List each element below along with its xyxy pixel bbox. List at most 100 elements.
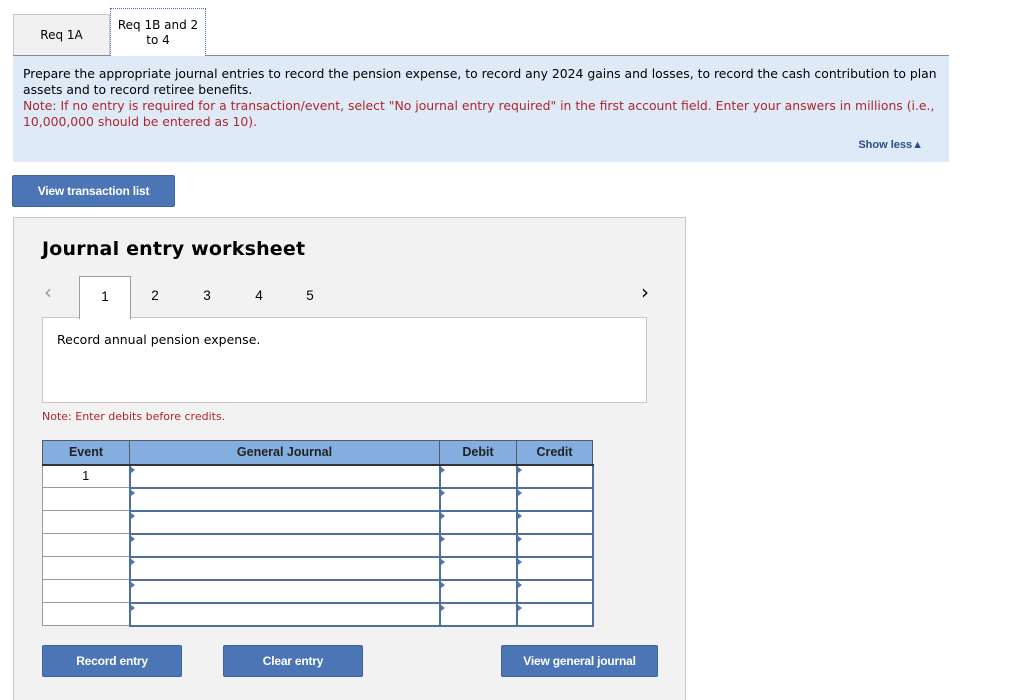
header-debit: Debit <box>439 440 517 466</box>
dropdown-flag-icon <box>130 489 135 496</box>
credit-cell <box>515 463 594 489</box>
debit-cell <box>438 578 518 604</box>
worksheet-title: Journal entry worksheet <box>42 238 306 260</box>
account-input[interactable] <box>130 534 439 556</box>
account-input[interactable] <box>130 603 439 625</box>
dropdown-flag-icon <box>440 512 445 519</box>
header-credit: Credit <box>516 440 593 466</box>
credit-input[interactable] <box>517 603 592 625</box>
debit-input[interactable] <box>440 580 516 602</box>
event-cell <box>42 579 130 603</box>
table-row <box>42 509 594 535</box>
clear-entry-button[interactable]: Clear entry <box>223 645 363 677</box>
dropdown-flag-icon <box>517 512 522 519</box>
debit-input[interactable] <box>440 488 516 510</box>
credit-input[interactable] <box>517 465 592 487</box>
dropdown-flag-icon <box>130 604 135 611</box>
account-input[interactable] <box>130 511 439 533</box>
credit-input[interactable] <box>517 557 592 579</box>
credit-input[interactable] <box>517 580 592 602</box>
account-cell <box>128 532 441 558</box>
debit-cell <box>438 555 518 581</box>
credit-cell <box>515 486 594 512</box>
debit-input[interactable] <box>440 465 516 487</box>
dropdown-flag-icon <box>130 535 135 542</box>
step-tab-1[interactable]: 1 <box>79 276 131 319</box>
dropdown-flag-icon <box>517 489 522 496</box>
credit-cell <box>515 601 594 627</box>
account-input[interactable] <box>130 557 439 579</box>
debit-cell <box>438 509 518 535</box>
entry-description: Record annual pension expense. <box>57 332 261 347</box>
debit-input[interactable] <box>440 557 516 579</box>
step-tab-5[interactable]: 5 <box>284 276 336 318</box>
header-general-journal: General Journal <box>129 440 440 466</box>
dropdown-flag-icon <box>517 466 522 473</box>
tab-label-line2: to 4 <box>146 32 170 47</box>
debit-cell <box>438 463 518 489</box>
dropdown-flag-icon <box>517 581 522 588</box>
record-entry-button[interactable]: Record entry <box>42 645 182 677</box>
step-tab-2[interactable]: 2 <box>129 276 181 318</box>
account-cell <box>128 463 441 489</box>
event-cell <box>42 602 130 626</box>
entry-description-box: Record annual pension expense. <box>42 317 647 403</box>
account-input[interactable] <box>130 465 439 487</box>
chevron-right-icon[interactable]: › <box>641 280 649 304</box>
debit-cell <box>438 532 518 558</box>
dropdown-flag-icon <box>440 535 445 542</box>
dropdown-flag-icon <box>517 558 522 565</box>
credit-cell <box>515 555 594 581</box>
debit-input[interactable] <box>440 603 516 625</box>
dropdown-flag-icon <box>517 604 522 611</box>
account-cell <box>128 578 441 604</box>
dropdown-flag-icon <box>440 604 445 611</box>
journal-entry-worksheet: Journal entry worksheet ‹ 1 2 3 4 5 › Re… <box>13 217 686 700</box>
event-cell <box>42 556 130 580</box>
debit-cell <box>438 486 518 512</box>
dropdown-flag-icon <box>440 581 445 588</box>
dropdown-flag-icon <box>130 558 135 565</box>
event-cell <box>42 533 130 557</box>
account-cell <box>128 555 441 581</box>
requirement-tabs: Req 1A Req 1B and 2 to 4 <box>13 7 949 56</box>
event-cell <box>42 510 130 534</box>
account-cell <box>128 601 441 627</box>
dropdown-flag-icon <box>517 535 522 542</box>
account-input[interactable] <box>130 488 439 510</box>
table-row <box>42 555 594 581</box>
tab-label: Req 1B and 2 to 4 <box>118 18 198 48</box>
debit-input[interactable] <box>440 511 516 533</box>
account-cell <box>128 486 441 512</box>
show-less-link[interactable]: Show less▲ <box>858 137 923 153</box>
dropdown-flag-icon <box>130 581 135 588</box>
show-less-label: Show less <box>858 139 913 151</box>
step-tab-3[interactable]: 3 <box>181 276 233 318</box>
credit-cell <box>515 509 594 535</box>
journal-table-header: Event General Journal Debit Credit <box>42 440 593 466</box>
debit-input[interactable] <box>440 534 516 556</box>
instructions-note: Note: If no entry is required for a tran… <box>23 98 935 129</box>
credit-cell <box>515 532 594 558</box>
debit-cell <box>438 601 518 627</box>
tab-req-1a[interactable]: Req 1A <box>13 14 110 55</box>
credit-input[interactable] <box>517 511 592 533</box>
event-cell <box>42 487 130 511</box>
table-row <box>42 532 594 558</box>
dropdown-flag-icon <box>440 558 445 565</box>
tab-label: Req 1A <box>40 27 83 42</box>
view-transaction-list-button[interactable]: View transaction list <box>12 175 175 207</box>
account-cell <box>128 509 441 535</box>
dropdown-flag-icon <box>130 512 135 519</box>
dropdown-flag-icon <box>440 466 445 473</box>
instructions-panel: Prepare the appropriate journal entries … <box>13 56 949 162</box>
view-general-journal-button[interactable]: View general journal <box>501 645 658 677</box>
credit-cell <box>515 578 594 604</box>
step-tab-4[interactable]: 4 <box>233 276 285 318</box>
tab-req-1b-and-2-to-4[interactable]: Req 1B and 2 to 4 <box>110 8 206 56</box>
event-cell: 1 <box>42 464 130 488</box>
chevron-left-icon[interactable]: ‹ <box>44 280 52 304</box>
credit-input[interactable] <box>517 488 592 510</box>
account-input[interactable] <box>130 580 439 602</box>
credit-input[interactable] <box>517 534 592 556</box>
